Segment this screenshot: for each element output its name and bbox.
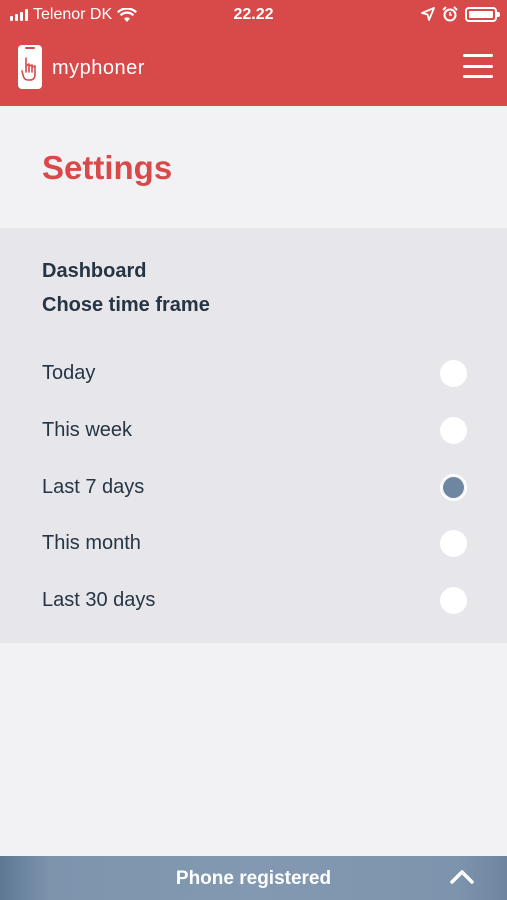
top-bar: Telenor DK 22.22 myphoner (0, 0, 507, 106)
battery-icon (465, 6, 500, 22)
alarm-icon (442, 6, 458, 22)
option-row-last-30-days[interactable]: Last 30 days (0, 575, 507, 625)
page-title: Settings (42, 149, 173, 186)
radio-this-month[interactable] (440, 530, 467, 557)
dashboard-settings-panel: Dashboard Chose time frame Today This we… (0, 228, 507, 643)
radio-today[interactable] (440, 360, 467, 387)
phone-logo-icon[interactable] (17, 44, 43, 90)
option-label: Last 7 days (42, 476, 145, 498)
radio-last-30-days[interactable] (440, 587, 467, 614)
phone-status-bar[interactable]: Phone registered (0, 856, 507, 900)
option-row-this-month[interactable]: This month (0, 518, 507, 568)
option-label: Last 30 days (42, 589, 156, 611)
time-frame-heading: Chose time frame (42, 294, 210, 316)
option-row-last-7-days[interactable]: Last 7 days (0, 462, 507, 512)
app-bar: myphoner (0, 30, 507, 106)
radio-last-7-days[interactable] (440, 474, 467, 501)
chevron-up-icon[interactable] (449, 864, 475, 890)
status-right (421, 6, 500, 22)
option-row-today[interactable]: Today (0, 348, 507, 398)
option-label: This week (42, 419, 133, 441)
hamburger-menu-icon[interactable] (463, 54, 493, 78)
option-label: This month (42, 532, 141, 554)
status-bar: Telenor DK 22.22 (0, 0, 507, 30)
title-section: Settings (0, 106, 507, 228)
brand-name[interactable]: myphoner (52, 57, 145, 80)
dashboard-heading: Dashboard (42, 260, 147, 282)
radio-this-week[interactable] (440, 417, 467, 444)
phone-status-label: Phone registered (175, 868, 332, 889)
option-label: Today (42, 362, 96, 384)
option-row-this-week[interactable]: This week (0, 405, 507, 455)
location-icon (421, 7, 435, 21)
